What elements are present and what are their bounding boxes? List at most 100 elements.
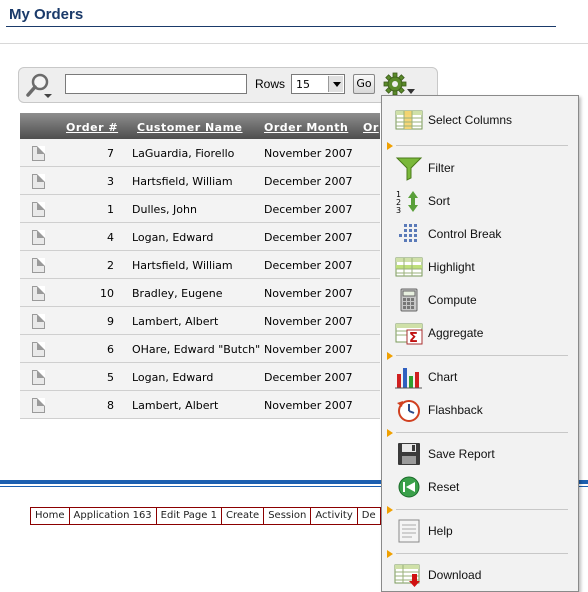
menu-label: Reset	[428, 480, 460, 494]
document-icon[interactable]	[32, 202, 45, 217]
go-button[interactable]: Go	[353, 74, 375, 94]
menu-label: Aggregate	[428, 326, 484, 340]
page-header: My Orders	[0, 0, 588, 44]
order-month: December 2007	[264, 203, 353, 216]
column-header-customer-name[interactable]: Customer Name	[137, 121, 243, 134]
document-icon[interactable]	[32, 342, 45, 357]
menu-item-filter[interactable]: Filter	[382, 153, 578, 183]
report-body: 7 LaGuardia, Fiorello November 2007 3 Ha…	[20, 139, 380, 419]
table-row: 7 LaGuardia, Fiorello November 2007	[20, 139, 380, 167]
order-month: December 2007	[264, 371, 353, 384]
dev-link-create[interactable]: Create	[222, 508, 265, 524]
document-icon[interactable]	[32, 398, 45, 413]
filter-icon	[394, 155, 424, 181]
download-icon	[394, 562, 424, 588]
dev-link-session[interactable]: Session	[264, 508, 312, 524]
search-icon[interactable]	[25, 72, 53, 100]
compute-icon	[394, 287, 424, 313]
menu-item-reset[interactable]: Reset	[382, 472, 578, 502]
document-icon[interactable]	[32, 174, 45, 189]
menu-item-download[interactable]: Download	[382, 560, 578, 590]
highlight-icon	[394, 254, 424, 280]
menu-item-compute[interactable]: Compute	[382, 285, 578, 315]
menu-label: Flashback	[428, 403, 483, 417]
order-month: November 2007	[264, 287, 353, 300]
submenu-arrow-icon	[387, 142, 393, 150]
document-icon[interactable]	[32, 258, 45, 273]
customer-name: Bradley, Eugene	[132, 287, 223, 300]
customer-name: Hartsfield, William	[132, 259, 233, 272]
column-header-order-month[interactable]: Order Month	[264, 121, 348, 134]
submenu-arrow-icon	[387, 550, 393, 558]
dev-link-application[interactable]: Application 163	[70, 508, 157, 524]
menu-item-help[interactable]: Help	[382, 516, 578, 546]
sort-icon: 1 2 3	[394, 188, 424, 215]
order-month: December 2007	[264, 175, 353, 188]
menu-label: Control Break	[428, 227, 502, 241]
customer-name: Hartsfield, William	[132, 175, 233, 188]
menu-item-control-break[interactable]: Control Break	[382, 219, 578, 249]
order-month: November 2007	[264, 147, 353, 160]
control-break-icon	[394, 221, 424, 247]
report-header: Order # Customer Name Order Month Or	[20, 113, 380, 139]
dev-link-activity[interactable]: Activity	[311, 508, 358, 524]
menu-item-highlight[interactable]: Highlight	[382, 252, 578, 282]
submenu-arrow-icon	[387, 429, 393, 437]
customer-name: Dulles, John	[132, 203, 197, 216]
document-icon[interactable]	[32, 230, 45, 245]
column-header-order[interactable]: Order #	[66, 121, 118, 134]
svg-text:Σ: Σ	[409, 331, 418, 346]
rows-label: Rows	[255, 77, 286, 91]
dev-link-home[interactable]: Home	[31, 508, 70, 524]
table-row: 5 Logan, Edward December 2007	[20, 363, 380, 391]
table-row: 2 Hartsfield, William December 2007	[20, 251, 380, 279]
submenu-separator	[382, 550, 578, 560]
order-month: December 2007	[264, 259, 353, 272]
menu-item-select-columns[interactable]: Select Columns	[382, 105, 578, 135]
table-row: 6 OHare, Edward "Butch" November 2007	[20, 335, 380, 363]
report-table: Order # Customer Name Order Month Or 7 L…	[20, 113, 380, 419]
submenu-arrow-icon	[387, 352, 393, 360]
dev-link-edit-page[interactable]: Edit Page 1	[157, 508, 222, 524]
order-number: 8	[107, 399, 114, 412]
customer-name: Lambert, Albert	[132, 399, 219, 412]
flashback-icon	[394, 397, 424, 423]
developer-toolbar: Home Application 163 Edit Page 1 Create …	[30, 507, 382, 525]
menu-label: Filter	[428, 161, 455, 175]
search-bar: Rows 15 Go	[18, 67, 438, 103]
menu-item-sort[interactable]: 1 2 3 Sort	[382, 186, 578, 216]
table-row: 1 Dulles, John December 2007	[20, 195, 380, 223]
customer-name: Lambert, Albert	[132, 315, 219, 328]
document-icon[interactable]	[32, 314, 45, 329]
menu-item-aggregate[interactable]: Σ Aggregate	[382, 318, 578, 348]
search-input[interactable]	[65, 74, 247, 94]
menu-item-chart[interactable]: Chart	[382, 362, 578, 392]
actions-menu: Select Columns Filter 1 2 3 Sort Control…	[381, 95, 579, 592]
document-icon[interactable]	[32, 286, 45, 301]
customer-name: Logan, Edward	[132, 371, 214, 384]
document-icon[interactable]	[32, 370, 45, 385]
order-number: 9	[107, 315, 114, 328]
column-header-order-other[interactable]: Or	[363, 121, 379, 134]
customer-name: OHare, Edward "Butch"	[132, 343, 261, 356]
menu-item-save-report[interactable]: Save Report	[382, 439, 578, 469]
menu-label: Compute	[428, 293, 477, 307]
order-month: November 2007	[264, 315, 353, 328]
menu-label: Sort	[428, 194, 451, 208]
menu-item-flashback[interactable]: Flashback	[382, 395, 578, 425]
submenu-separator	[382, 429, 578, 439]
order-month: December 2007	[264, 231, 353, 244]
customer-name: LaGuardia, Fiorello	[132, 147, 235, 160]
chevron-down-icon[interactable]	[328, 76, 343, 92]
order-month: November 2007	[264, 343, 353, 356]
table-row: 4 Logan, Edward December 2007	[20, 223, 380, 251]
menu-label: Save Report	[428, 447, 495, 461]
submenu-separator	[382, 352, 578, 362]
submenu-separator	[382, 506, 578, 516]
title-underline	[6, 26, 556, 27]
rows-select[interactable]: 15	[291, 74, 345, 94]
dev-link-debug[interactable]: De	[358, 508, 381, 524]
document-icon[interactable]	[32, 146, 45, 161]
order-number: 2	[107, 259, 114, 272]
save-icon	[394, 441, 424, 467]
